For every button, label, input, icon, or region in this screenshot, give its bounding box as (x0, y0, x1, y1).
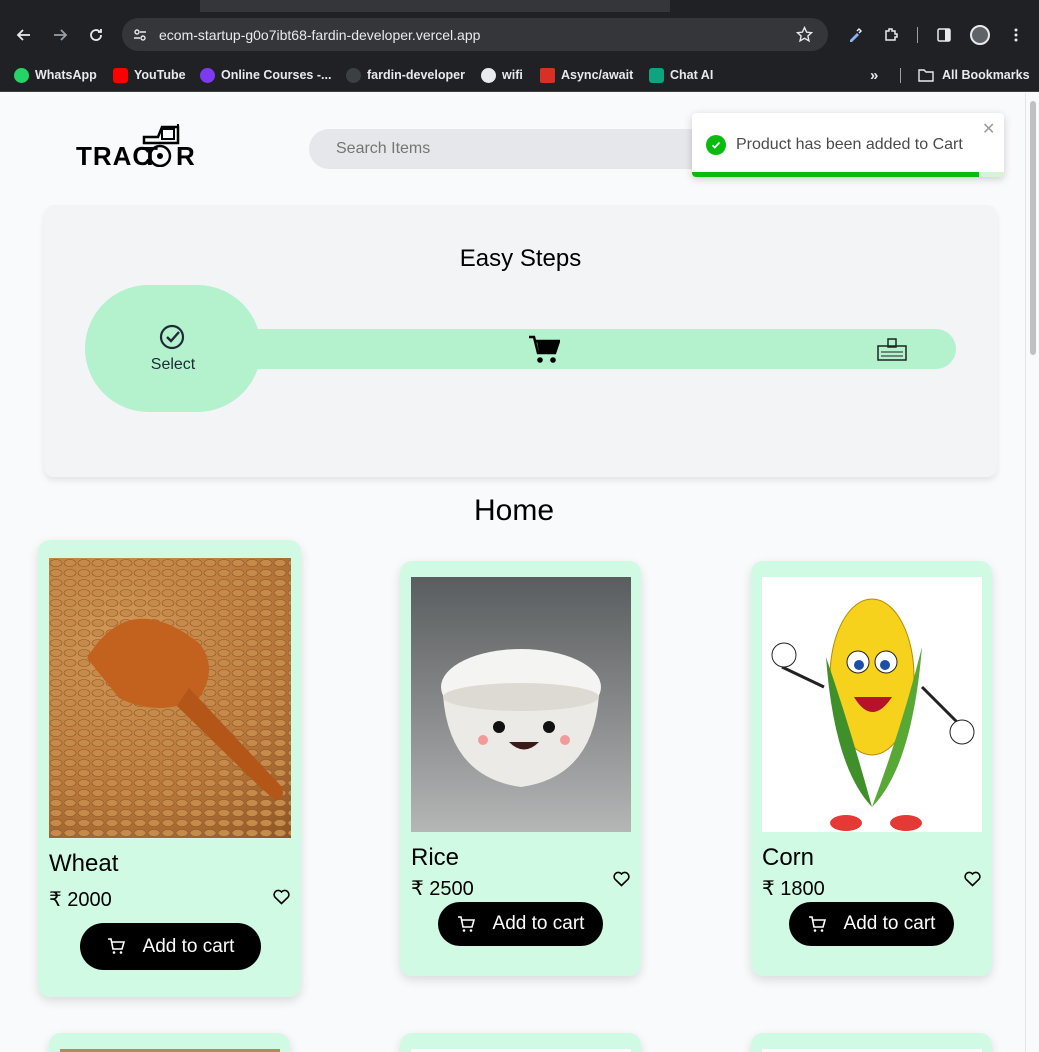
add-to-cart-button[interactable]: Add to cart (80, 923, 261, 970)
tractor-logo[interactable]: TRAC R T (76, 123, 216, 171)
add-to-cart-button[interactable]: Add to cart (438, 902, 603, 946)
profile-avatar-icon[interactable] (967, 22, 993, 48)
globe-icon (481, 67, 496, 83)
all-bookmarks[interactable]: All Bookmarks (918, 66, 1030, 84)
cart-icon (528, 335, 561, 370)
bookmark-youtube[interactable]: YouTube (113, 66, 186, 84)
bookmark-label: Chat AI (670, 68, 714, 82)
success-check-icon (706, 135, 726, 155)
github-icon (346, 67, 361, 83)
bookmark-label: Online Courses -... (221, 68, 332, 82)
bookmark-fardin-developer[interactable]: fardin-developer (346, 66, 465, 84)
step-select-label: Select (150, 356, 196, 373)
back-icon[interactable] (11, 22, 37, 48)
search-input[interactable] (309, 129, 739, 169)
reload-icon[interactable] (83, 22, 109, 48)
rice-product-image[interactable] (411, 577, 631, 832)
svg-text:T: T (142, 141, 158, 167)
bookmarks-divider (900, 68, 901, 83)
toast-message: Product has been added to Cart (736, 136, 963, 153)
product-card-rice[interactable]: Rice ₹ 2500 Add to cart (400, 561, 641, 976)
chatgpt-icon (649, 67, 664, 83)
product-name: Wheat (49, 850, 119, 877)
toolbar-divider (917, 27, 918, 43)
heart-icon[interactable] (273, 889, 290, 910)
corn-product-image[interactable] (762, 577, 982, 832)
menu-kebab-icon[interactable] (1003, 22, 1029, 48)
product-card-partial[interactable] (49, 1033, 290, 1052)
product-price: ₹ 2000 (49, 889, 112, 911)
bookmark-label: wifi (502, 68, 523, 82)
heart-icon[interactable] (613, 871, 630, 892)
all-bookmarks-label: All Bookmarks (942, 68, 1030, 82)
add-to-cart-label: Add to cart (492, 913, 585, 934)
bookmark-whatsapp[interactable]: WhatsApp (14, 66, 97, 84)
eyedropper-icon[interactable] (842, 22, 868, 48)
bookmark-label: WhatsApp (35, 68, 97, 82)
heart-icon[interactable] (964, 871, 981, 892)
product-name: Rice (411, 844, 460, 871)
steps-title: Easy Steps (459, 245, 582, 272)
bookmark-star-icon[interactable] (795, 25, 814, 48)
corn-cartoon-image (771, 598, 975, 831)
bookmark-chat-ai[interactable]: Chat AI (649, 66, 713, 84)
toast-progress-track (692, 172, 1004, 177)
cart-icon (457, 915, 475, 932)
active-tab[interactable] (200, 0, 670, 12)
product-price: ₹ 2500 (411, 878, 474, 900)
product-price: ₹ 1800 (762, 878, 825, 900)
product-card-partial[interactable] (400, 1033, 641, 1052)
tab-strip (0, 0, 1039, 12)
side-panel-icon[interactable] (931, 22, 957, 48)
cart-icon (107, 938, 125, 954)
async-icon (540, 67, 555, 83)
bookmark-label: YouTube (134, 68, 186, 82)
tractor-logo-icon: TRAC R T (76, 124, 195, 171)
youtube-icon (113, 67, 128, 83)
cart-toast-notification: Product has been added to Cart ✕ (692, 113, 1004, 177)
forward-icon[interactable] (47, 22, 73, 48)
bookmark-online-courses[interactable]: Online Courses -... (200, 66, 331, 84)
whatsapp-icon (14, 67, 29, 83)
rice-bowl-image (441, 649, 601, 787)
site-settings-icon[interactable] (132, 27, 148, 48)
more-bookmarks-chevron-icon[interactable]: » (870, 66, 878, 84)
page-scrollbar[interactable] (1025, 93, 1039, 1052)
add-to-cart-button[interactable]: Add to cart (789, 902, 954, 946)
product-name: Corn (762, 844, 815, 871)
web-page: TRAC R T Product has been added to Cart … (3, 93, 1025, 1052)
step-select: Select (85, 285, 261, 412)
scrollbar-thumb[interactable] (1030, 101, 1036, 355)
easy-steps-panel: Easy Steps Select (44, 205, 997, 477)
product-card-partial[interactable] (751, 1033, 992, 1052)
add-to-cart-label: Add to cart (142, 935, 235, 957)
svg-text:R: R (176, 141, 195, 167)
close-icon[interactable]: ✕ (982, 119, 995, 139)
wheat-scoop-image (49, 558, 291, 838)
courses-icon (200, 67, 215, 83)
bookmark-async-await[interactable]: Async/await (540, 66, 633, 84)
extensions-icon[interactable] (878, 22, 904, 48)
wheat-product-image[interactable] (49, 558, 291, 838)
address-bar[interactable]: ecom-startup-g0o7ibt68-fardin-developer.… (122, 18, 828, 51)
bookmark-wifi[interactable]: wifi (481, 66, 523, 84)
product-card-wheat[interactable]: Wheat ₹ 2000 Add to cart (38, 540, 301, 997)
check-circle-icon (158, 323, 186, 356)
cart-icon (808, 915, 826, 932)
product-card-corn[interactable]: Corn ₹ 1800 Add to cart (751, 561, 992, 976)
folder-icon (918, 69, 934, 82)
url-text[interactable]: ecom-startup-g0o7ibt68-fardin-developer.… (159, 27, 480, 43)
checkout-icon (876, 338, 908, 367)
bookmark-label: Async/await (561, 68, 634, 82)
svg-text:TRAC: TRAC (76, 141, 152, 167)
bookmark-label: fardin-developer (367, 68, 465, 82)
toast-progress-bar (692, 172, 980, 177)
add-to-cart-label: Add to cart (843, 913, 936, 934)
home-title: Home (473, 494, 555, 527)
browser-toolbar: ecom-startup-g0o7ibt68-fardin-developer.… (0, 0, 1039, 58)
bookmarks-bar: WhatsApp YouTube Online Courses -... far… (0, 58, 1039, 92)
